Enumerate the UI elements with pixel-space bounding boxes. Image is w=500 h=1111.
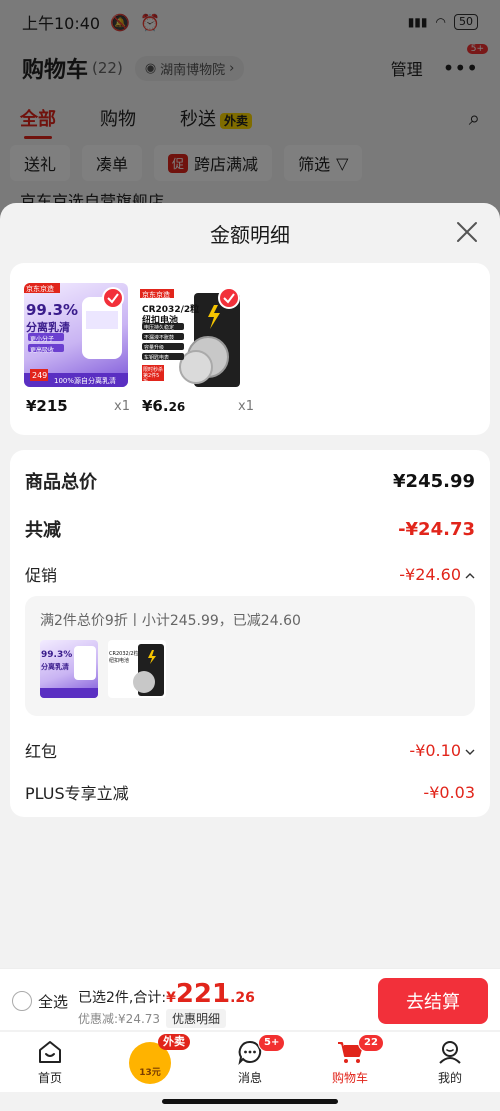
price-decimal: 26 — [168, 400, 186, 414]
thumb-line2: 纽扣电池 — [109, 658, 130, 664]
nav-cart[interactable]: 购物车 22 — [300, 1032, 400, 1092]
promotion-detail-box: 满2件总价9折丨小计245.99，已减24.60 99.3% 分离乳清 CR20… — [25, 596, 475, 716]
red-packet-value: -¥0.10 — [409, 741, 475, 760]
promotion-value: -¥24.60 — [399, 565, 475, 584]
nav-messages[interactable]: 消息 5+ — [200, 1032, 300, 1092]
checkout-button[interactable]: 去结算 — [378, 978, 488, 1024]
waimai-tag: 外卖 — [158, 1034, 190, 1050]
bottom-nav: 首页 13元 外卖 消息 5+ 购物车 22 我的 — [0, 1032, 500, 1092]
image-chip: 更小分子 — [30, 336, 55, 343]
image-price: 249 — [32, 371, 48, 380]
nav-waimai[interactable]: 13元 外卖 — [100, 1032, 200, 1092]
total-price-row: 商品总价 ¥245.99 — [25, 468, 475, 494]
cart-badge: 22 — [358, 1034, 384, 1052]
products-card: 京东京造 99.3% 分离乳清 更小分子 更高吸收 249 100%源自分离乳清… — [10, 263, 490, 435]
product-quantity: x1 — [238, 399, 254, 414]
product-image-battery[interactable]: 京东京造 CR2032/2粒 纽扣电池 电压持久稳定 不漏液不胀鼓 容量升级 车… — [140, 283, 244, 387]
select-all-radio[interactable] — [12, 991, 32, 1011]
selected-text: 已选2件,合计: — [78, 990, 167, 1006]
nav-me-label: 我的 — [437, 1071, 462, 1085]
total-price-label: 商品总价 — [25, 472, 97, 493]
red-packet-amount: -¥0.10 — [409, 740, 461, 760]
promotion-label: 促销 — [25, 566, 58, 585]
image-chip: 容量升级 — [144, 345, 165, 351]
checked-icon — [102, 287, 124, 309]
plus-discount-value: -¥0.03 — [423, 782, 475, 802]
image-chip: 不漏液不胀鼓 — [144, 335, 175, 341]
red-packet-label: 红包 — [25, 742, 58, 761]
chevron-down-icon — [465, 741, 475, 760]
product-quantity: x1 — [114, 399, 130, 414]
discount-detail-button[interactable]: 优惠明细 — [166, 1009, 227, 1028]
total-price-value: ¥245.99 — [393, 470, 475, 492]
product-item[interactable]: 京东京造 99.3% 分离乳清 更小分子 更高吸收 249 100%源自分离乳清… — [24, 283, 130, 415]
sum-currency: ¥ — [166, 990, 176, 1006]
total-reduce-row: 共减 -¥24.73 — [25, 516, 475, 542]
image-line1: 99.3% — [26, 301, 79, 319]
image-bottom-text: 100%源自分离乳清 — [54, 377, 117, 385]
plus-discount-label: PLUS专享立减 — [25, 784, 129, 803]
nav-home[interactable]: 首页 — [0, 1032, 100, 1092]
nav-cart-label: 购物车 — [331, 1071, 368, 1085]
promotion-row[interactable]: 促销 -¥24.60 — [25, 562, 475, 586]
select-all-label[interactable]: 全选 — [38, 991, 68, 1012]
promo-thumbnail-whey: 99.3% 分离乳清 — [40, 640, 98, 698]
image-chip: 更高吸收 — [30, 347, 55, 354]
red-packet-row[interactable]: 红包 -¥0.10 — [25, 738, 475, 762]
thumb-line2: 分离乳清 — [41, 663, 69, 671]
plus-discount-row: PLUS专享立减 -¥0.03 — [25, 780, 475, 804]
nav-messages-label: 消息 — [237, 1071, 262, 1085]
checkout-bar: 全选 已选2件,合计: ¥221.26 优惠减:¥24.73 优惠明细 去结算 — [0, 968, 500, 1030]
discount-line: 优惠减:¥24.73 优惠明细 — [78, 1009, 227, 1028]
messages-badge: 5+ — [258, 1034, 286, 1052]
image-bottom-text: 限时秒杀 第2件5折 — [143, 367, 164, 385]
waimai-amount: 13元 — [139, 1068, 161, 1078]
sheet-title: 金额明细 — [210, 222, 290, 247]
image-chip: 电压持久稳定 — [144, 325, 175, 331]
total-reduce-label: 共减 — [25, 520, 61, 541]
amount-details-card: 商品总价 ¥245.99 共减 -¥24.73 促销 -¥24.60 满2件总价… — [10, 450, 490, 817]
promotion-amount: -¥24.60 — [399, 564, 461, 584]
total-reduce-value: -¥24.73 — [398, 518, 475, 540]
home-indicator[interactable] — [162, 1099, 338, 1104]
product-image-whey[interactable]: 京东京造 99.3% 分离乳清 更小分子 更高吸收 249 100%源自分离乳清 — [24, 283, 128, 387]
image-chip: 车钥匙电表 — [144, 355, 170, 361]
image-line2: 分离乳清 — [26, 321, 70, 334]
thumb-line1: 99.3% — [41, 650, 73, 660]
sum-integer: 221 — [175, 979, 231, 1009]
brand-tag: 京东京造 — [26, 285, 54, 293]
thumb-line1: CR2032/2粒 — [109, 651, 139, 657]
checked-icon — [218, 287, 240, 309]
nav-me[interactable]: 我的 — [400, 1032, 500, 1092]
promotion-description: 满2件总价9折丨小计245.99，已减24.60 — [40, 613, 301, 629]
brand-tag: 京东京造 — [142, 291, 170, 299]
price-integer: ¥6. — [142, 397, 169, 415]
product-price: ¥6.26 — [142, 397, 185, 415]
chevron-up-icon — [465, 565, 475, 584]
nav-home-label: 首页 — [37, 1071, 62, 1085]
discount-text: 优惠减:¥24.73 — [78, 1012, 161, 1026]
sheet-header: 金额明细 — [0, 203, 500, 263]
price-integer: ¥215 — [26, 397, 68, 415]
sum-line: 已选2件,合计: ¥221.26 — [78, 979, 255, 1009]
product-price: ¥215 — [26, 397, 68, 415]
sum-price: ¥221.26 — [166, 979, 255, 1009]
sum-decimal: .26 — [230, 990, 255, 1006]
home-icon — [39, 1041, 61, 1063]
promo-thumbnail-battery: CR2032/2粒 纽扣电池 — [108, 640, 166, 698]
profile-icon — [439, 1041, 461, 1064]
close-icon[interactable] — [454, 219, 480, 245]
product-item[interactable]: 京东京造 CR2032/2粒 纽扣电池 电压持久稳定 不漏液不胀鼓 容量升级 车… — [140, 283, 254, 415]
